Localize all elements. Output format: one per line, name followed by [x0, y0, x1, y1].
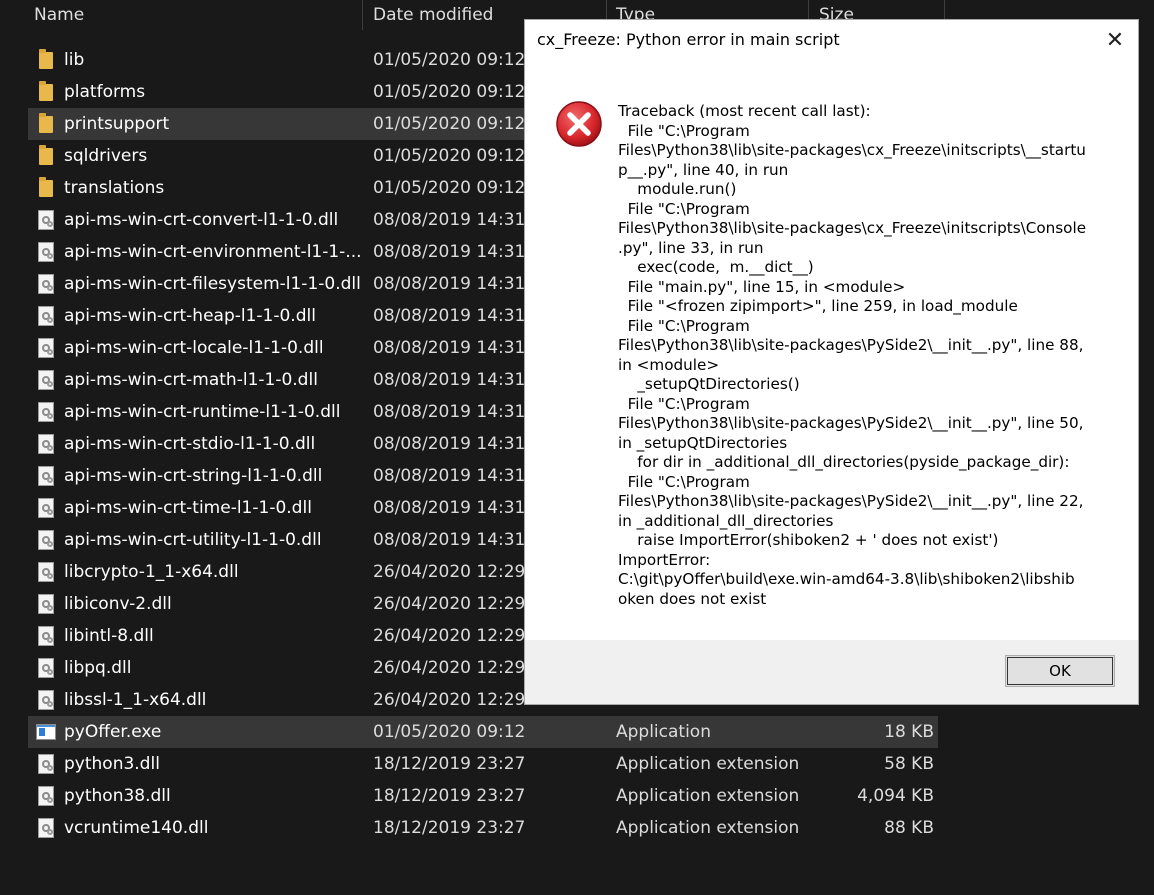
dll-file-icon	[38, 210, 54, 230]
dll-file-icon	[38, 658, 54, 678]
file-name: api-ms-win-crt-stdio-l1-1-0.dll	[64, 434, 316, 454]
file-name: api-ms-win-crt-time-l1-1-0.dll	[64, 498, 312, 518]
file-size: 18 KB	[884, 722, 934, 742]
file-name: libintl-8.dll	[64, 626, 154, 646]
dll-file-icon	[38, 530, 54, 550]
file-date: 08/08/2019 14:31	[373, 338, 526, 358]
folder-icon	[39, 113, 53, 133]
dll-file-icon	[38, 562, 54, 582]
column-header-date[interactable]: Date modified	[373, 0, 493, 30]
file-name: sqldrivers	[64, 146, 148, 166]
file-date: 08/08/2019 14:31	[373, 210, 526, 230]
dll-file-icon	[38, 306, 54, 326]
file-type: Application extension	[616, 754, 800, 774]
file-date: 26/04/2020 12:29	[373, 690, 526, 710]
dll-file-icon	[38, 786, 54, 806]
file-date: 08/08/2019 14:31	[373, 306, 526, 326]
dll-file-icon	[38, 498, 54, 518]
dll-file-icon	[38, 370, 54, 390]
file-name: libpq.dll	[64, 658, 132, 678]
dll-file-icon	[38, 466, 54, 486]
dll-file-icon	[38, 754, 54, 774]
dll-file-icon	[38, 626, 54, 646]
file-date: 26/04/2020 12:29	[373, 626, 526, 646]
file-size: 88 KB	[884, 818, 934, 838]
dll-file-icon	[38, 402, 54, 422]
file-name: api-ms-win-crt-math-l1-1-0.dll	[64, 370, 318, 390]
file-date: 01/05/2020 09:12	[373, 722, 526, 742]
dll-file-icon	[38, 434, 54, 454]
file-name: api-ms-win-crt-string-l1-1-0.dll	[64, 466, 323, 486]
file-date: 18/12/2019 23:27	[373, 786, 526, 806]
dll-file-icon	[38, 594, 54, 614]
file-type: Application extension	[616, 786, 800, 806]
file-name: libcrypto-1_1-x64.dll	[64, 562, 239, 582]
file-date: 26/04/2020 12:29	[373, 594, 526, 614]
file-name: api-ms-win-crt-convert-l1-1-0.dll	[64, 210, 339, 230]
dll-file-icon	[38, 338, 54, 358]
ok-button[interactable]: OK	[1005, 655, 1115, 687]
error-icon	[556, 101, 602, 147]
dll-file-icon	[38, 274, 54, 294]
file-name: api-ms-win-crt-locale-l1-1-0.dll	[64, 338, 324, 358]
file-row[interactable]: pyOffer.exe 01/05/2020 09:12 Application 18…	[28, 716, 938, 748]
file-date: 08/08/2019 14:31	[373, 530, 526, 550]
file-size: 4,094 KB	[857, 786, 934, 806]
file-date: 26/04/2020 12:29	[373, 562, 526, 582]
file-name: translations	[64, 178, 165, 198]
dialog-title: cx_Freeze: Python error in main script	[537, 30, 840, 49]
file-name: api-ms-win-crt-utility-l1-1-0.dll	[64, 530, 322, 550]
file-date: 08/08/2019 14:31	[373, 402, 526, 422]
file-date: 08/08/2019 14:31	[373, 242, 526, 262]
file-name: printsupport	[64, 114, 170, 134]
file-date: 08/08/2019 14:31	[373, 466, 526, 486]
file-row[interactable]: python38.dll 18/12/2019 23:27 Application …	[28, 780, 938, 812]
file-date: 01/05/2020 09:12	[373, 82, 526, 102]
file-date: 08/08/2019 14:31	[373, 274, 526, 294]
file-name: platforms	[64, 82, 146, 102]
file-type: Application extension	[616, 818, 800, 838]
file-date: 08/08/2019 14:31	[373, 498, 526, 518]
file-date: 01/05/2020 09:12	[373, 50, 526, 70]
file-date: 08/08/2019 14:31	[373, 434, 526, 454]
file-date: 26/04/2020 12:29	[373, 658, 526, 678]
file-size: 58 KB	[884, 754, 934, 774]
file-date: 18/12/2019 23:27	[373, 818, 526, 838]
file-name: vcruntime140.dll	[64, 818, 209, 838]
file-name: api-ms-win-crt-heap-l1-1-0.dll	[64, 306, 316, 326]
exe-file-icon	[36, 724, 56, 740]
dll-file-icon	[38, 242, 54, 262]
column-divider[interactable]	[362, 0, 363, 30]
dll-file-icon	[38, 818, 54, 838]
error-dialog: cx_Freeze: Python error in main script ✕…	[524, 19, 1139, 705]
dll-file-icon	[38, 690, 54, 710]
file-date: 01/05/2020 09:12	[373, 146, 526, 166]
file-name: api-ms-win-crt-filesystem-l1-1-0.dll	[64, 274, 361, 294]
file-name: python3.dll	[64, 754, 160, 774]
dialog-footer: OK	[525, 640, 1138, 704]
file-date: 18/12/2019 23:27	[373, 754, 526, 774]
file-name: api-ms-win-crt-runtime-l1-1-0.dll	[64, 402, 341, 422]
folder-icon	[39, 81, 53, 101]
folder-icon	[39, 177, 53, 197]
error-message: Traceback (most recent call last): File …	[618, 102, 1087, 608]
folder-icon	[39, 49, 53, 69]
file-name: libssl-1_1-x64.dll	[64, 690, 207, 710]
file-name: python38.dll	[64, 786, 171, 806]
file-name: pyOffer.exe	[64, 722, 162, 742]
column-header-name[interactable]: Name	[34, 0, 84, 30]
folder-icon	[39, 145, 53, 165]
file-row[interactable]: python3.dll 18/12/2019 23:27 Application e…	[28, 748, 938, 780]
file-date: 01/05/2020 09:12	[373, 178, 526, 198]
file-name: api-ms-win-crt-environment-l1-1-...	[64, 242, 362, 262]
file-type: Application	[616, 722, 711, 742]
close-icon[interactable]: ✕	[1102, 28, 1128, 54]
file-name: libiconv-2.dll	[64, 594, 172, 614]
file-date: 08/08/2019 14:31	[373, 370, 526, 390]
file-date: 01/05/2020 09:12	[373, 114, 526, 134]
file-name: lib	[64, 50, 85, 70]
file-row[interactable]: vcruntime140.dll 18/12/2019 23:27 Applicat…	[28, 812, 938, 844]
